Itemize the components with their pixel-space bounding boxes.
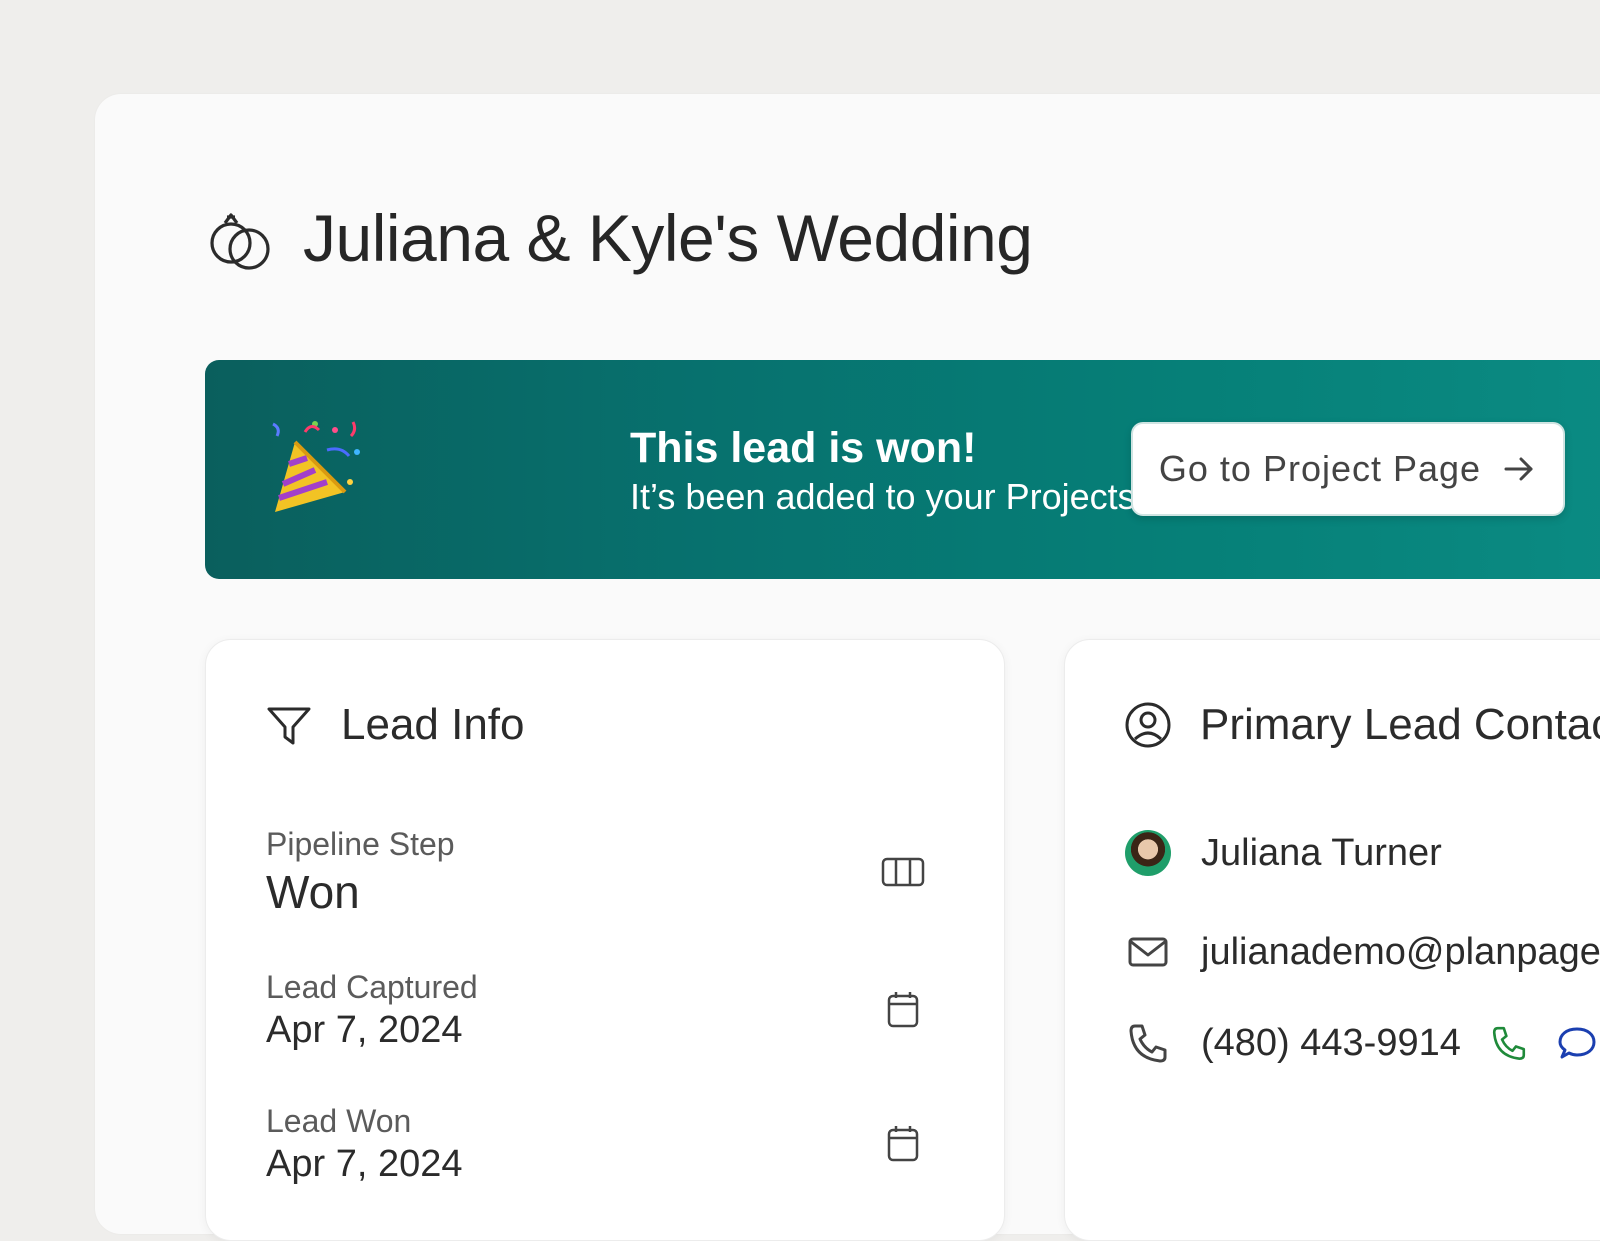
board-columns-icon[interactable] bbox=[881, 850, 925, 894]
calendar-icon[interactable] bbox=[881, 1122, 925, 1166]
avatar bbox=[1125, 830, 1171, 876]
party-popper-icon bbox=[272, 421, 360, 512]
primary-contact-card: Primary Lead Contac Juliana Turner julia… bbox=[1064, 639, 1600, 1241]
field-label: Lead Captured bbox=[266, 969, 478, 1005]
go-to-project-page-button[interactable]: Go to Project Page bbox=[1131, 422, 1565, 516]
lead-won-banner: This lead is won! It’s been added to you… bbox=[205, 360, 1600, 579]
page-title: Juliana & Kyle's Wedding bbox=[303, 201, 1033, 275]
lead-info-title: Lead Info bbox=[341, 700, 525, 749]
user-circle-icon bbox=[1125, 702, 1171, 748]
banner-subtext: It’s been added to your Projects. bbox=[630, 476, 1146, 517]
lead-info-header: Lead Info bbox=[265, 700, 525, 750]
banner-subtext-row: It’s been added to your Projects. bbox=[630, 474, 1202, 520]
wedding-rings-icon bbox=[210, 213, 270, 270]
banner-heading: This lead is won! bbox=[630, 424, 977, 472]
mail-icon bbox=[1128, 937, 1168, 967]
go-to-project-page-label: Go to Project Page bbox=[1158, 448, 1482, 489]
funnel-icon bbox=[267, 707, 311, 745]
contact-name: Juliana Turner bbox=[1201, 831, 1442, 874]
arrow-right-icon bbox=[1504, 457, 1533, 481]
primary-contact-header: Primary Lead Contac bbox=[1124, 700, 1600, 750]
banner-message: This lead is won! It’s been added to you… bbox=[630, 422, 1202, 520]
contact-email-row[interactable]: julianademo@planpage.c bbox=[1125, 929, 1600, 975]
primary-contact-title: Primary Lead Contac bbox=[1200, 700, 1600, 749]
call-icon[interactable] bbox=[1489, 1023, 1529, 1063]
phone-icon bbox=[1129, 1024, 1167, 1063]
field-label: Lead Won bbox=[266, 1103, 412, 1139]
pipeline-step-field: Pipeline Step Won bbox=[266, 825, 455, 921]
field-label: Pipeline Step bbox=[266, 826, 455, 862]
calendar-icon[interactable] bbox=[881, 988, 925, 1032]
contact-name-row[interactable]: Juliana Turner bbox=[1125, 830, 1442, 876]
contact-phone-row: (480) 443-9914 bbox=[1125, 1020, 1597, 1066]
field-value: Apr 7, 2024 bbox=[266, 1009, 463, 1051]
field-value: Apr 7, 2024 bbox=[266, 1143, 463, 1185]
page-header: Juliana & Kyle's Wedding bbox=[205, 200, 1033, 276]
lead-info-card: Lead Info Pipeline Step Won Lead Capture… bbox=[205, 639, 1005, 1241]
contact-email: julianademo@planpage.c bbox=[1201, 930, 1600, 973]
lead-won-field: Lead Won Apr 7, 2024 bbox=[266, 1102, 462, 1188]
field-value: Won bbox=[266, 866, 360, 918]
message-icon[interactable] bbox=[1557, 1023, 1597, 1063]
lead-captured-field: Lead Captured Apr 7, 2024 bbox=[266, 968, 478, 1054]
contact-phone: (480) 443-9914 bbox=[1201, 1021, 1461, 1064]
